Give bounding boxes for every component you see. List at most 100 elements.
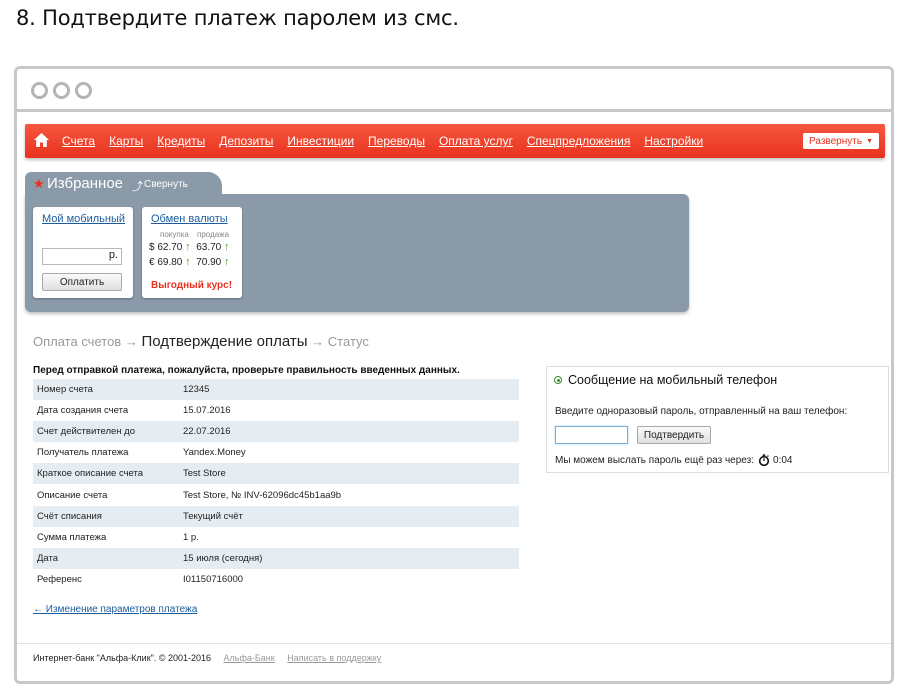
footer-copyright: Интернет-банк "Альфа-Клик". © 2001-2016 xyxy=(33,653,212,663)
mobile-widget: Мой мобильный р. Оплатить xyxy=(33,207,133,298)
pay-button[interactable]: Оплатить xyxy=(42,273,122,291)
chevron-down-icon: ▼ xyxy=(866,138,873,145)
stopwatch-icon xyxy=(758,454,770,466)
sms-radio[interactable] xyxy=(554,376,562,384)
home-icon[interactable] xyxy=(34,133,49,147)
buy-header: покупка xyxy=(160,230,189,239)
rate-row-usd: $ 62.70 ↑ 63.70 ↑ xyxy=(149,241,230,253)
resend-text: Мы можем выслать пароль ещё раз через: xyxy=(555,454,755,466)
buy-rate: 62.70 xyxy=(157,242,183,253)
footer-bank-link[interactable]: Альфа-Банк xyxy=(224,653,275,663)
exchange-widget: Обмен валюты покупка продажа $ 62.70 ↑ 6… xyxy=(142,207,242,298)
window-dot-icon xyxy=(53,82,70,99)
row-label: Краткое описание счета xyxy=(37,468,144,480)
row-value: 1 р. xyxy=(183,531,199,543)
currency-symbol: $ xyxy=(149,242,155,253)
favorites-title: Избранное xyxy=(47,175,124,192)
row-value: I01150716000 xyxy=(183,573,244,585)
payment-details-table: Номер счета 12345 Дата создания счета 15.0… xyxy=(33,379,519,590)
change-params-link[interactable]: ← Изменение параметров платежа xyxy=(33,604,197,615)
table-row: Описание счета Test Store, № INV-62096dc4… xyxy=(33,484,519,506)
nav-item-credits[interactable]: Кредиты xyxy=(157,134,205,148)
window-dot-icon xyxy=(75,82,92,99)
window-dot-icon xyxy=(31,82,48,99)
table-row: Счёт списания Текущий счёт xyxy=(33,505,519,527)
row-label: Счет действителен до xyxy=(37,426,136,438)
table-row: Референс I01150716000 xyxy=(33,568,519,590)
breadcrumb-arrow: → xyxy=(311,334,325,349)
breadcrumb-arrow: → xyxy=(124,334,138,349)
arrow-up-icon: ↑ xyxy=(185,241,191,253)
sms-title: Сообщение на мобильный телефон xyxy=(568,373,778,387)
confirm-button[interactable]: Подтвердить xyxy=(637,426,711,444)
row-label: Дата создания счета xyxy=(37,405,129,417)
nav-item-cards[interactable]: Карты xyxy=(109,134,143,148)
row-value: 12345 xyxy=(183,384,210,396)
row-label: Описание счета xyxy=(37,489,108,501)
mobile-widget-title[interactable]: Мой мобильный xyxy=(42,213,125,225)
sell-rate: 63.70 xyxy=(196,242,222,253)
sms-prompt: Введите одноразовый пароль, отправленный… xyxy=(555,406,848,417)
row-label: Референс xyxy=(37,573,82,585)
currency-symbol: € xyxy=(149,257,155,268)
exchange-widget-title[interactable]: Обмен валюты xyxy=(151,213,228,225)
table-row: Получатель платежа Yandex.Money xyxy=(33,442,519,464)
row-label: Сумма платежа xyxy=(37,531,107,543)
breadcrumb-step-payments: Оплата счетов xyxy=(33,334,122,349)
arrow-up-icon: ↑ xyxy=(185,256,191,268)
row-label: Номер счета xyxy=(37,384,93,396)
nav-item-payments[interactable]: Оплата услуг xyxy=(439,134,513,148)
row-value: 15.07.2016 xyxy=(183,405,231,417)
row-value: Test Store xyxy=(183,468,226,480)
row-value: 15 июля (сегодня) xyxy=(183,552,263,564)
expand-label: Развернуть xyxy=(809,136,863,147)
breadcrumb: Оплата счетов → Подтверждение оплаты → С… xyxy=(33,333,369,350)
table-row: Дата 15 июля (сегодня) xyxy=(33,547,519,569)
buy-rate: 69.80 xyxy=(157,257,183,268)
resend-timer: 0:04 xyxy=(773,454,793,466)
nav-item-transfers[interactable]: Переводы xyxy=(368,134,425,148)
check-notice: Перед отправкой платежа, пожалуйста, про… xyxy=(33,365,460,376)
nav-item-deposits[interactable]: Депозиты xyxy=(219,134,273,148)
nav-item-offers[interactable]: Спецпредложения xyxy=(527,134,631,148)
row-label: Дата xyxy=(37,552,59,564)
row-value: Test Store, № INV-62096dc45b1aa9b xyxy=(183,489,342,501)
row-value: Текущий счёт xyxy=(183,510,243,522)
sell-rate: 70.90 xyxy=(196,257,222,268)
expand-button[interactable]: Развернуть ▼ xyxy=(803,133,879,149)
sell-header: продажа xyxy=(197,230,229,239)
footer: Интернет-банк "Альфа-Клик". © 2001-2016 … xyxy=(33,653,381,663)
breadcrumb-step-status: Статус xyxy=(327,334,369,349)
table-row: Сумма платежа 1 р. xyxy=(33,526,519,548)
nav-item-settings[interactable]: Настройки xyxy=(644,134,703,148)
sms-confirmation-panel: Сообщение на мобильный телефон Введите о… xyxy=(546,366,889,473)
table-row: Дата создания счета 15.07.2016 xyxy=(33,400,519,422)
browser-window: Счета Карты Кредиты Депозиты Инвестиции … xyxy=(14,66,894,684)
rate-row-eur: € 69.80 ↑ 70.90 ↑ xyxy=(149,256,230,268)
amount-input[interactable]: р. xyxy=(42,248,122,265)
main-nav: Счета Карты Кредиты Депозиты Инвестиции … xyxy=(25,124,885,158)
table-row: Номер счета 12345 xyxy=(33,379,519,401)
row-value: Yandex.Money xyxy=(183,447,246,459)
browser-titlebar xyxy=(17,69,891,112)
sms-code-input[interactable] xyxy=(555,426,628,444)
footer-support-link[interactable]: Написать в поддержку xyxy=(287,653,381,663)
row-value: 22.07.2016 xyxy=(183,426,231,438)
collapse-link[interactable]: Свернуть xyxy=(144,179,188,190)
collapse-icon: ⤴ xyxy=(132,181,143,193)
row-label: Получатель платежа xyxy=(37,447,129,459)
arrow-up-icon: ↑ xyxy=(224,241,230,253)
nav-item-investments[interactable]: Инвестиции xyxy=(287,134,354,148)
arrow-up-icon: ↑ xyxy=(224,256,230,268)
table-row: Краткое описание счета Test Store xyxy=(33,463,519,485)
step-title: 8. Подтвердите платеж паролем из смс. xyxy=(16,6,459,30)
table-row: Счет действителен до 22.07.2016 xyxy=(33,421,519,443)
favorites-panel: Мой мобильный р. Оплатить Обмен валюты п… xyxy=(25,194,689,312)
resend-timer-row: Мы можем выслать пароль ещё раз через: 0… xyxy=(555,454,792,466)
footer-divider xyxy=(17,643,891,644)
star-icon: ★ xyxy=(33,176,45,191)
breadcrumb-current: Подтверждение оплаты xyxy=(141,333,308,350)
row-label: Счёт списания xyxy=(37,510,102,522)
nav-item-accounts[interactable]: Счета xyxy=(62,134,95,148)
promo-label[interactable]: Выгодный курс! xyxy=(151,280,232,291)
